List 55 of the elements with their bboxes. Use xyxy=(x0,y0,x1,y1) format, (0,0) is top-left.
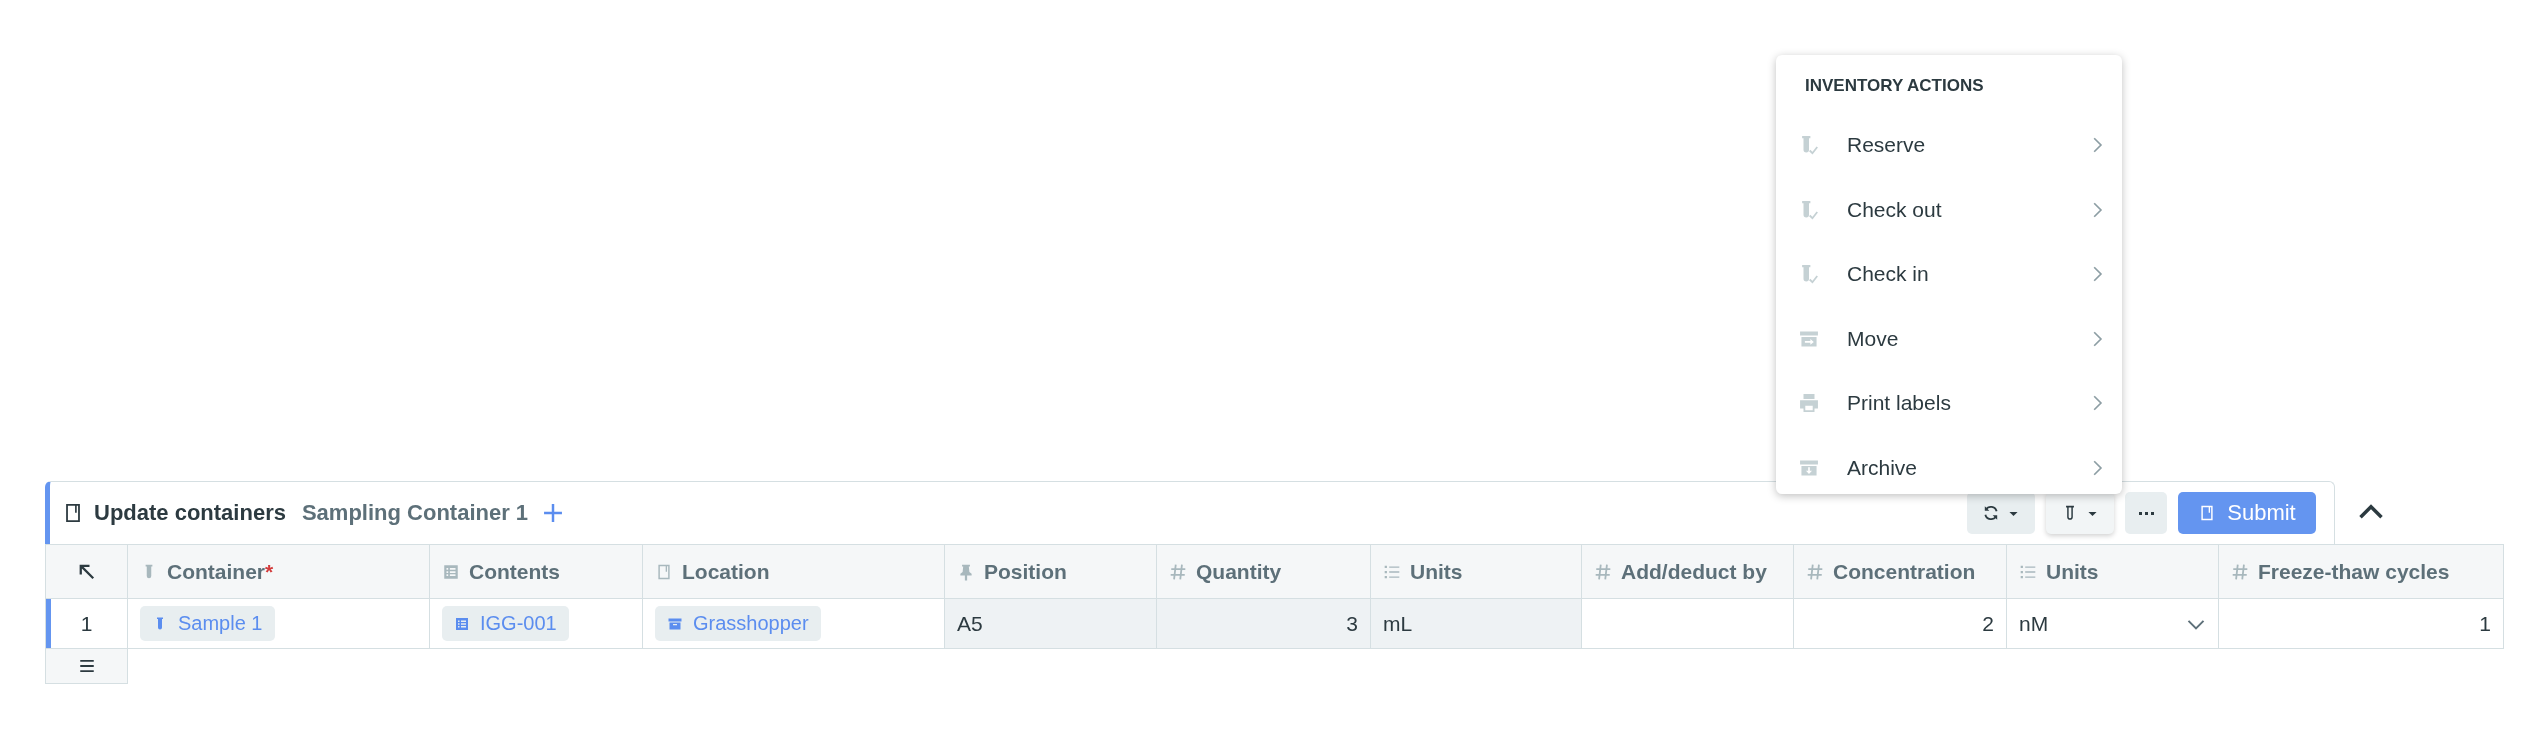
table-cell: A5 xyxy=(945,599,1157,649)
column-header[interactable]: Units xyxy=(2007,544,2219,599)
hash-icon xyxy=(1806,562,1824,581)
table-cell[interactable]: 2 xyxy=(1794,599,2007,649)
row-number[interactable]: 1 xyxy=(45,599,128,649)
list-icon xyxy=(454,615,470,632)
tube-dropdown[interactable] xyxy=(2046,492,2114,534)
submit-button[interactable]: Submit xyxy=(2178,492,2316,534)
menu-item[interactable]: Check in xyxy=(1776,242,2122,307)
cabinet-icon xyxy=(655,562,673,581)
column-header[interactable]: Position xyxy=(945,544,1157,599)
link-chip[interactable]: Sample 1 xyxy=(140,606,275,641)
link-chip[interactable]: IGG-001 xyxy=(442,606,569,641)
column-label: Quantity xyxy=(1196,559,1282,584)
column-header[interactable]: Quantity xyxy=(1157,544,1371,599)
link-chip[interactable]: Grasshopper xyxy=(655,606,821,641)
column-header[interactable]: Add/deduct by xyxy=(1582,544,1794,599)
pin-icon xyxy=(957,562,975,581)
list-icon xyxy=(442,562,460,581)
select-cell[interactable]: nM xyxy=(2007,599,2219,649)
menu-item[interactable]: Check out xyxy=(1776,177,2122,242)
hash-icon xyxy=(1594,562,1612,581)
column-header[interactable]: Concentration xyxy=(1794,544,2007,599)
column-header[interactable]: Contents xyxy=(430,544,643,599)
panel-title: Update containers xyxy=(94,500,286,526)
menu-heading: INVENTORY ACTIONS xyxy=(1804,75,1985,97)
menu-icon[interactable] xyxy=(77,657,96,675)
hash-icon xyxy=(1169,562,1187,581)
hash-icon xyxy=(2231,562,2249,581)
menu-item[interactable]: Reserve xyxy=(1776,113,2122,178)
refresh-icon xyxy=(1982,504,2000,522)
column-header[interactable]: Location xyxy=(643,544,945,599)
column-label: Position xyxy=(984,559,1067,584)
panel-subtitle: Sampling Container 1 xyxy=(301,500,529,526)
table-cell: 3 xyxy=(1157,599,1371,649)
column-label: Add/deduct by xyxy=(1621,559,1767,584)
menu-item[interactable]: Move xyxy=(1776,306,2122,371)
column-label: Units xyxy=(1410,559,1463,584)
column-header[interactable]: Units xyxy=(1371,544,1582,599)
menu-item[interactable]: Print labels xyxy=(1776,371,2122,436)
table-cell[interactable] xyxy=(1582,599,1794,649)
column-header[interactable]: Freeze-thaw cycles xyxy=(2219,544,2504,599)
column-label: Freeze-thaw cycles xyxy=(2258,559,2450,584)
more-icon xyxy=(2138,511,2154,515)
printer-icon xyxy=(1798,392,1820,415)
column-header[interactable]: Container* xyxy=(128,544,430,599)
table-cell: mL xyxy=(1371,599,1582,649)
refresh-dropdown[interactable] xyxy=(1967,492,2035,534)
column-label: Contents xyxy=(469,559,560,584)
column-label: Location xyxy=(682,559,770,584)
column-label: Concentration xyxy=(1833,559,1976,584)
column-label: Units xyxy=(2046,559,2099,584)
table-cell[interactable]: 1 xyxy=(2219,599,2504,649)
column-label: Container* xyxy=(167,559,274,584)
menu-item[interactable]: Archive xyxy=(1776,435,2122,500)
